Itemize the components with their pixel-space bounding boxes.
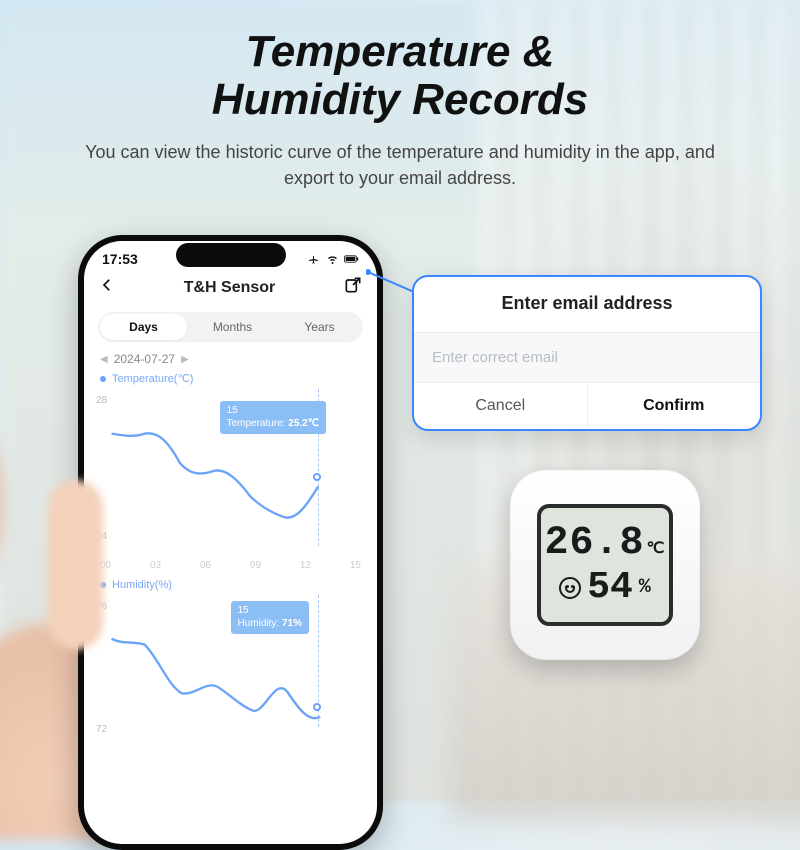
headline-subtitle: You can view the historic curve of the t… (70, 139, 730, 191)
temperature-series-label: Temperature(℃) (84, 370, 377, 387)
smiley-icon (559, 577, 581, 599)
humidity-tooltip: 15 Humidity: 71% (231, 601, 309, 634)
humidity-series-label: Humidity(%) (84, 577, 377, 593)
phone-notch (176, 243, 286, 267)
hero-headline: Temperature & Humidity Records You can v… (0, 0, 800, 191)
status-icons (306, 253, 359, 265)
status-clock: 17:53 (102, 251, 138, 267)
range-segmented-control[interactable]: Days Months Years (98, 312, 363, 342)
humidity-chart[interactable]: 76 72 15 Humidity: 71% (94, 595, 367, 745)
y-tick: 72 (96, 724, 107, 735)
date-prev-icon[interactable]: ◀ (100, 354, 108, 365)
page-title: T&H Sensor (184, 279, 276, 297)
wifi-icon (325, 253, 340, 265)
cancel-button[interactable]: Cancel (414, 383, 588, 429)
confirm-button[interactable]: Confirm (588, 383, 761, 429)
date-selector[interactable]: ◀ 2024-07-27 ▶ (84, 352, 377, 370)
phone-screen: 17:53 T&H Sensor Days Months Years ◀ 202… (84, 241, 377, 844)
temperature-tooltip: 15 Temperature: 25.2℃ (220, 401, 326, 434)
y-tick: 28 (96, 395, 107, 406)
series-dot-icon (100, 376, 106, 382)
dialog-title: Enter email address (414, 277, 760, 332)
date-next-icon[interactable]: ▶ (181, 354, 189, 365)
export-icon (343, 275, 363, 295)
device-temperature: 26.8℃ (545, 521, 666, 566)
phone-frame: 17:53 T&H Sensor Days Months Years ◀ 202… (78, 235, 383, 850)
tab-years[interactable]: Years (276, 312, 363, 342)
device-humidity: 54% (559, 566, 651, 609)
battery-icon (344, 253, 359, 265)
export-email-dialog: Enter email address Enter correct email … (412, 275, 762, 431)
export-button[interactable] (343, 275, 363, 300)
chevron-left-icon (98, 276, 116, 294)
back-button[interactable] (98, 276, 116, 299)
tab-months[interactable]: Months (189, 312, 276, 342)
airplane-icon (306, 253, 321, 265)
thumb-illustration (48, 480, 103, 650)
app-header: T&H Sensor (84, 269, 377, 308)
temperature-chart[interactable]: 28 24 15 Temperature: 25.2℃ (94, 389, 367, 564)
device-lcd: 26.8℃ 54% (537, 504, 673, 626)
date-value: 2024-07-27 (114, 352, 175, 366)
headline-title: Temperature & Humidity Records (0, 28, 800, 123)
sensor-device: 26.8℃ 54% (510, 470, 700, 660)
tab-days[interactable]: Days (100, 314, 187, 340)
email-field[interactable]: Enter correct email (414, 332, 760, 383)
